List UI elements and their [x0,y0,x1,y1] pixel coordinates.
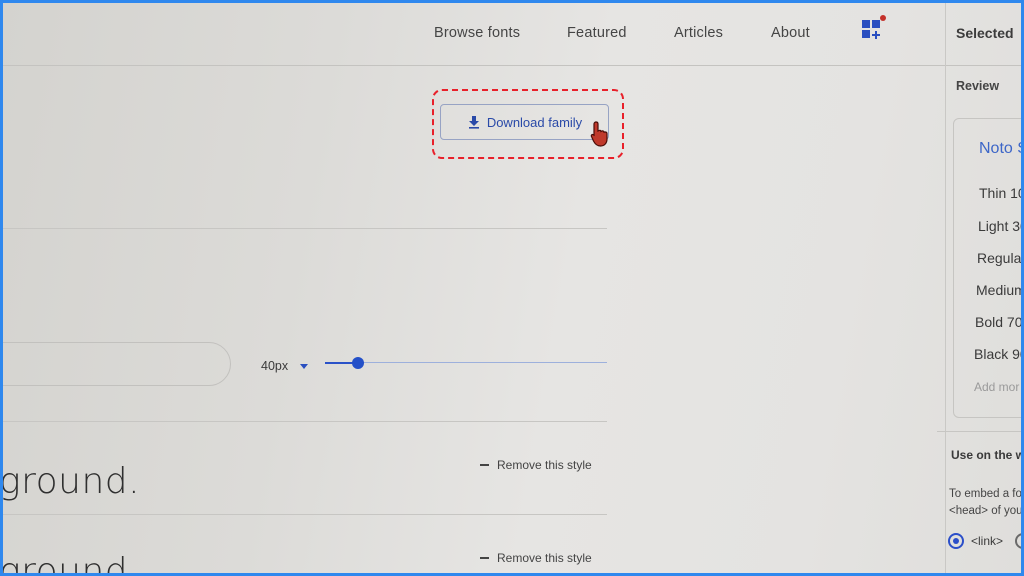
family-name-link[interactable]: Noto S [979,140,1021,158]
caret-down-icon[interactable] [300,364,308,369]
remove-style-label: Remove this style [497,551,592,565]
remove-style-button[interactable]: Remove this style [480,551,592,565]
weight-item: Black 90 [974,346,1021,362]
link-radio-button[interactable] [948,533,964,549]
weight-item: Bold 70 [975,314,1021,330]
nav-articles[interactable]: Articles [674,25,723,41]
minus-icon [480,464,489,466]
preview-text-input[interactable] [3,342,231,386]
embed-line: <head> of you [949,505,1021,517]
style-preview-text: ground. [3,551,141,573]
selected-families-icon[interactable] [861,19,885,43]
panel-divider [937,431,1021,432]
add-more-styles-link[interactable]: Add mor [974,380,1019,394]
section-divider [3,514,607,515]
remove-style-label: Remove this style [497,458,592,472]
embed-line: To embed a fo [949,488,1021,500]
hand-cursor-icon [590,121,608,147]
weight-item: Thin 10 [979,185,1021,201]
nav-about[interactable]: About [771,25,810,41]
nav-browse-fonts[interactable]: Browse fonts [434,25,520,41]
font-size-slider-track[interactable] [359,362,607,363]
notification-dot [880,15,886,21]
selected-family-card [953,118,1021,418]
font-size-select[interactable]: 40px [261,359,288,373]
weight-item: Medium [976,282,1021,298]
section-divider [3,421,607,422]
review-tab[interactable]: Review [956,79,999,93]
nav-featured[interactable]: Featured [567,25,627,41]
minus-icon [480,557,489,559]
use-on-web-heading: Use on the w [951,448,1021,462]
selected-families-title: Selected [956,25,1014,41]
radio-selected-dot [953,538,959,544]
browser-viewport: Browse fonts Featured Articles About Sel… [3,3,1021,573]
top-navigation-bar: Browse fonts Featured Articles About [3,3,1021,66]
weight-item: Regular [977,250,1021,266]
section-divider [3,228,607,229]
side-panel-divider [945,3,946,573]
link-radio-label: <link> [971,534,1004,548]
style-preview-text: ground. [3,461,141,502]
import-radio-button[interactable] [1015,533,1021,549]
remove-style-button[interactable]: Remove this style [480,458,592,472]
font-size-slider-handle[interactable] [352,357,364,369]
embed-instructions: To embed a fo <head> of you [949,486,1021,520]
weight-item: Light 30 [978,218,1021,234]
